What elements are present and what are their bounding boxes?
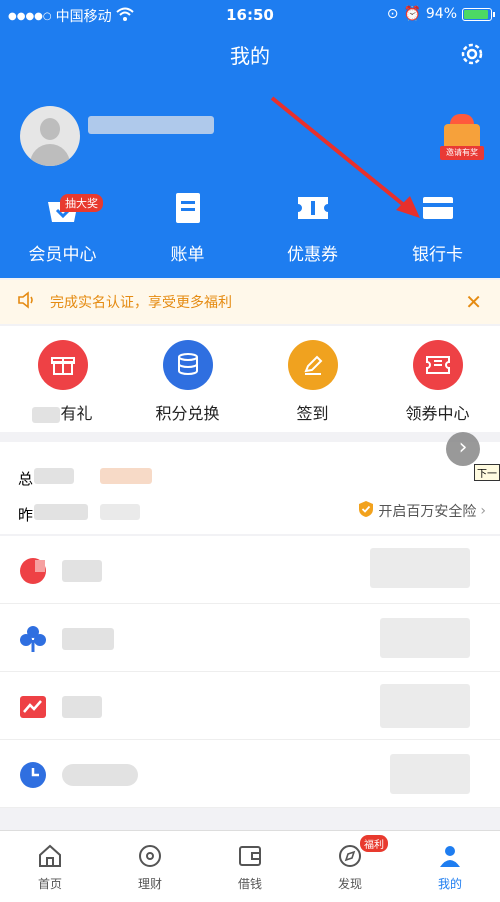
gift-label-redacted [32, 406, 61, 423]
gift-activity-label: 有礼 [60, 404, 93, 423]
gift-activity-button[interactable]: 有礼 [0, 326, 125, 432]
next-arrow-button[interactable]: › [446, 432, 480, 466]
points-exchange-button[interactable]: 积分兑换 [125, 326, 250, 432]
username-redacted [88, 116, 214, 134]
tab-loan[interactable]: 借钱 [200, 831, 300, 902]
next-tooltip: 下一 [474, 464, 500, 481]
total-assets-value-redacted [100, 468, 152, 484]
coupon-label: 优惠券 [287, 245, 338, 265]
tab-finance-label: 理财 [137, 877, 162, 891]
gift-icon [37, 340, 88, 390]
alarm-icon: ⏰ [403, 6, 421, 22]
bill-icon [125, 190, 250, 226]
insurance-link[interactable]: 开启百万安全险 › [358, 500, 486, 522]
bank-card-icon [375, 190, 500, 226]
avatar[interactable] [20, 106, 80, 166]
bill-label: 账单 [170, 245, 205, 265]
points-exchange-label: 积分兑换 [155, 404, 220, 423]
tab-finance[interactable]: 理财 [100, 831, 200, 902]
list-item[interactable] [0, 740, 500, 808]
total-assets-prefix: 总 [18, 470, 34, 488]
yesterday-prefix: 昨 [18, 506, 34, 524]
yesterday-value-redacted [100, 504, 140, 520]
shield-check-icon [358, 500, 374, 522]
check-in-label: 签到 [296, 404, 329, 423]
verification-notice[interactable]: 完成实名认证，享受更多福利 ✕ [0, 280, 500, 324]
bottom-tab-bar: 首页 理财 借钱 福利 发现 我的 [0, 830, 500, 902]
finance-icon [100, 843, 200, 869]
product-list [0, 536, 500, 808]
tab-loan-label: 借钱 [237, 877, 262, 891]
battery-percent: 94% [425, 6, 457, 22]
lottery-badge: 抽大奖 [60, 194, 103, 212]
battery-icon [462, 7, 495, 21]
wallet-icon [200, 843, 300, 869]
pencil-icon [287, 340, 338, 390]
list-item[interactable] [0, 536, 500, 604]
tab-discover-label: 发现 [337, 877, 362, 891]
tab-mine-label: 我的 [437, 877, 462, 891]
invite-gift-label: 邀请有奖 [440, 146, 484, 160]
status-bar: ●●●●○ 中国移动 16:50 ⊙ ⏰ 94% [0, 0, 500, 30]
rotation-lock-icon: ⊙ [386, 6, 399, 22]
check-in-button[interactable]: 签到 [250, 326, 375, 432]
quick-actions: 有礼 积分兑换 签到 领券中心 [0, 326, 500, 432]
tab-home-label: 首页 [37, 877, 62, 891]
bill-button[interactable]: 账单 [125, 190, 250, 270]
notice-close-icon[interactable]: ✕ [465, 290, 482, 314]
insurance-link-label: 开启百万安全险 [378, 504, 477, 520]
member-center-button[interactable]: 抽大奖 会员中心 [0, 190, 125, 270]
home-icon [0, 843, 100, 869]
yesterday-redacted [34, 504, 88, 520]
coin-stack-icon [162, 340, 213, 390]
page-title: 我的 [230, 44, 270, 68]
trend-chart-icon [18, 692, 48, 722]
list-item[interactable] [0, 672, 500, 740]
list-item[interactable] [0, 604, 500, 672]
discover-badge: 福利 [360, 835, 388, 852]
clock-icon [18, 760, 48, 790]
ticket-icon [412, 340, 463, 390]
tab-home[interactable]: 首页 [0, 831, 100, 902]
bank-card-button[interactable]: 银行卡 [375, 190, 500, 270]
chevron-right-icon: › [480, 503, 486, 519]
coupon-icon [250, 190, 375, 226]
red-circle-icon [18, 556, 48, 586]
profile-header: ●●●●○ 中国移动 16:50 ⊙ ⏰ 94% 我的 邀请有奖 抽大奖 会员中… [0, 0, 500, 278]
notice-text: 完成实名认证，享受更多福利 [50, 295, 232, 311]
user-icon [400, 843, 500, 869]
coupon-center-button[interactable]: 领券中心 [375, 326, 500, 432]
bank-card-label: 银行卡 [412, 245, 463, 265]
invite-gift-icon[interactable]: 邀请有奖 [440, 110, 484, 160]
speaker-icon [16, 290, 36, 314]
total-assets-redacted [34, 468, 74, 484]
coupon-center-label: 领券中心 [405, 404, 470, 423]
member-center-label: 会员中心 [28, 245, 97, 265]
clover-icon [18, 624, 48, 654]
tab-discover[interactable]: 福利 发现 [300, 831, 400, 902]
tab-mine[interactable]: 我的 [400, 831, 500, 902]
coupon-button[interactable]: 优惠券 [250, 190, 375, 270]
settings-gear-icon[interactable] [458, 40, 486, 68]
